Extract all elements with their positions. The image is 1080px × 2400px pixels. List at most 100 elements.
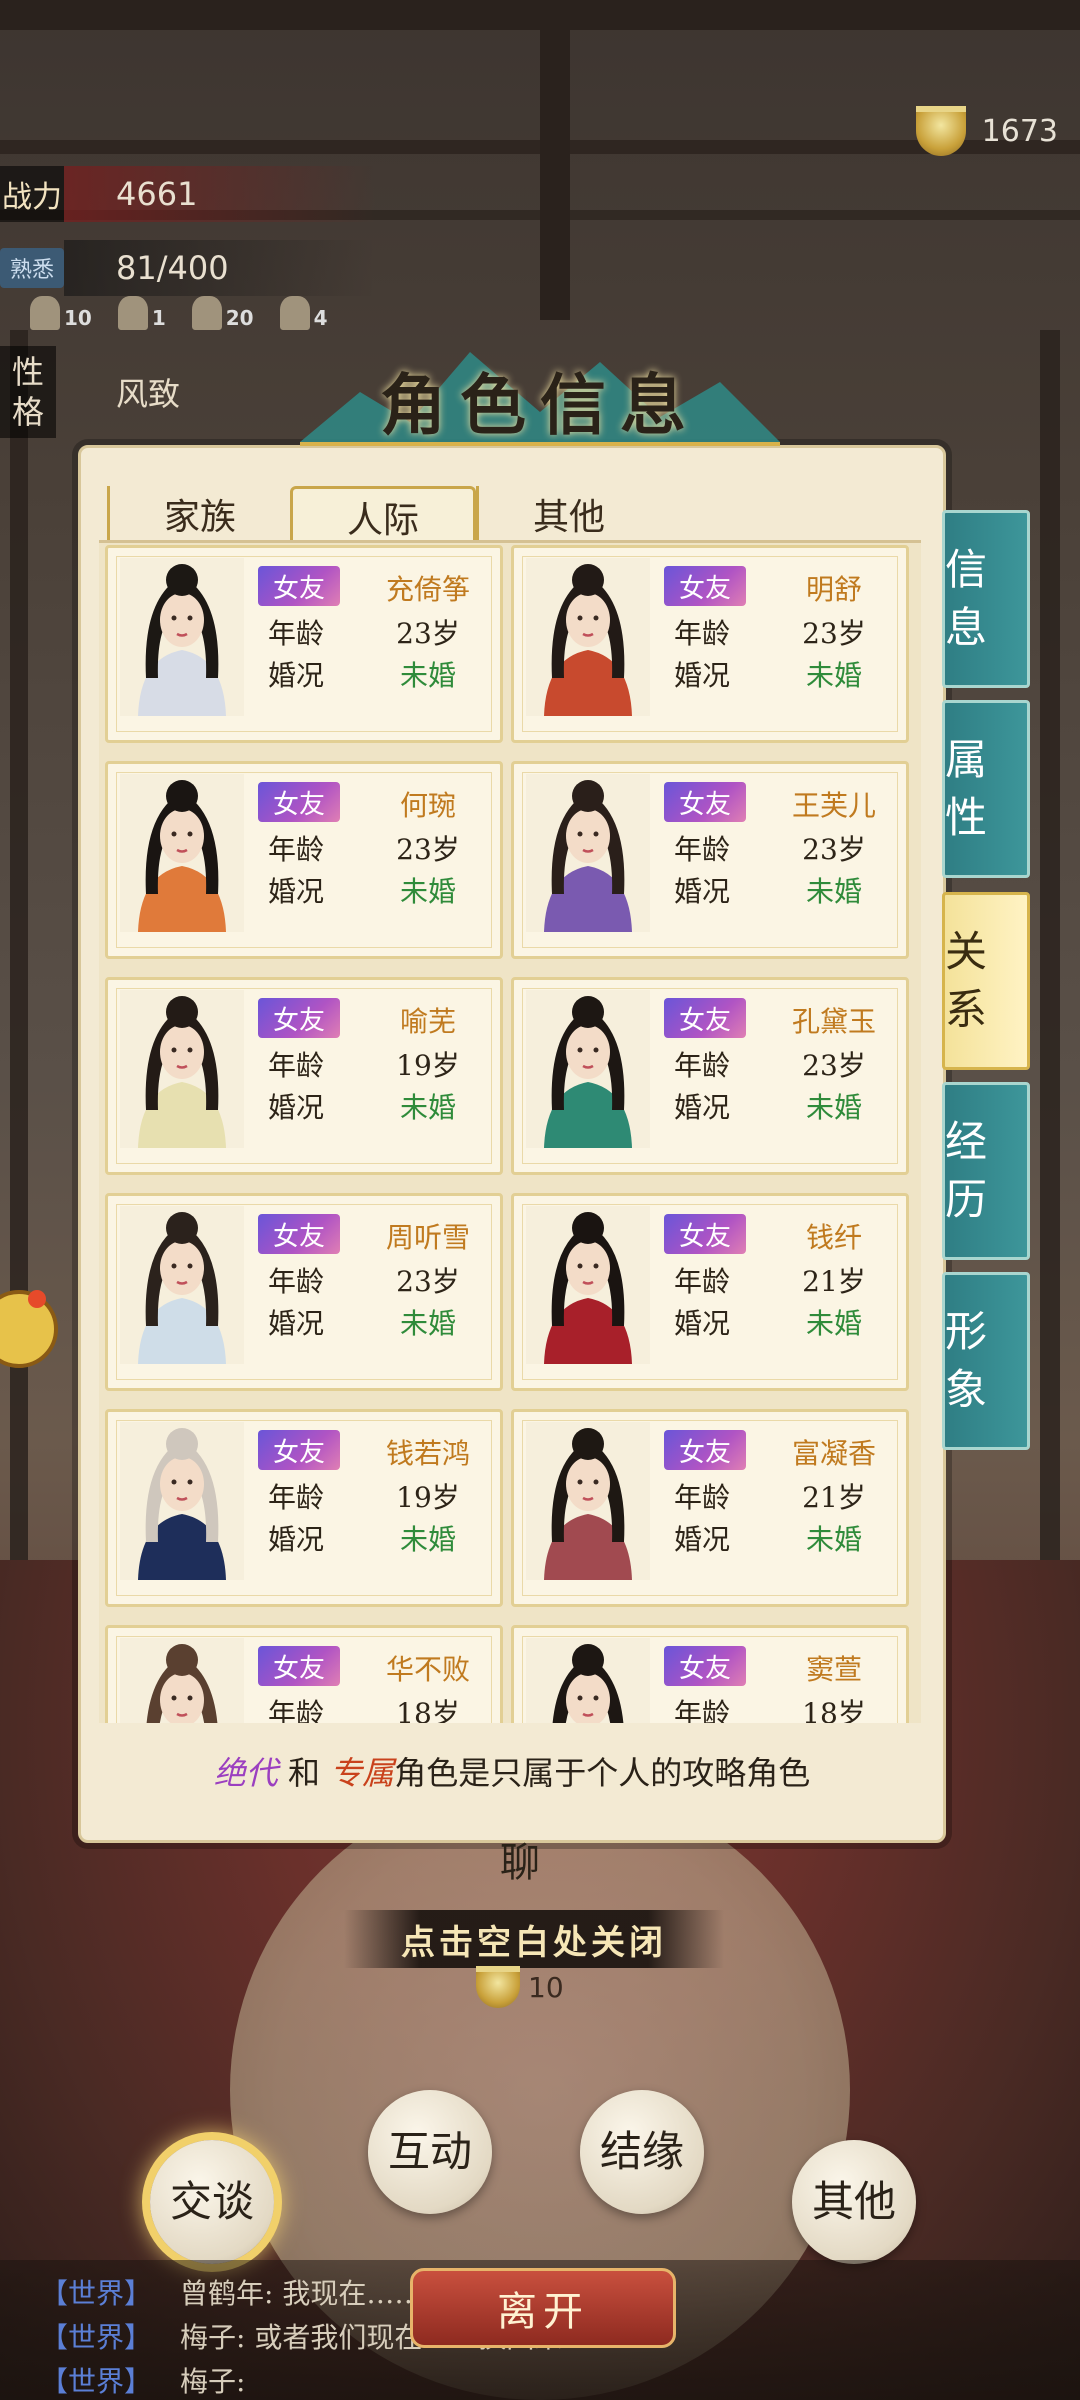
relation-card[interactable]: 女友 明舒 年龄 23岁 婚况 未婚: [511, 545, 909, 743]
mini-item: 10: [30, 296, 92, 330]
marital-value: 未婚: [805, 875, 862, 908]
tea-bowl-icon: [476, 1966, 520, 2008]
relation-card[interactable]: 女友 钱纤 年龄 21岁 婚况 未婚: [511, 1193, 909, 1391]
girlfriend-badge: 女友: [258, 1430, 340, 1470]
marital-label: 婚况: [674, 875, 731, 908]
marital-label: 婚况: [268, 1307, 325, 1340]
mini-item: 1: [117, 296, 166, 330]
relation-card[interactable]: 女友 富凝香 年龄 21岁 婚况 未婚: [511, 1409, 909, 1607]
age-value: 21岁: [802, 1481, 866, 1514]
girlfriend-badge: 女友: [664, 1214, 746, 1254]
familiar-value: 81/400: [64, 240, 376, 296]
age-value: 23岁: [396, 833, 460, 866]
trait-value: 风致: [116, 375, 181, 413]
character-name: 钱若鸿: [385, 1437, 470, 1470]
girlfriend-badge: 女友: [258, 566, 340, 606]
age-value: 18岁: [396, 1697, 460, 1723]
character-name: 充倚筝: [385, 573, 470, 606]
girlfriend-badge: 女友: [664, 998, 746, 1038]
character-info-modal: 家族 人际 其他 女友 充倚筝 年龄 23岁 婚况 未婚 女友 明舒 年龄 23岁 婚况 未婚 女友 何琬…: [78, 445, 946, 1843]
action-cost: 10: [476, 1966, 564, 2008]
chat-label: 聊: [500, 1840, 540, 1886]
marital-label: 婚况: [268, 1091, 325, 1124]
character-name: 钱纤: [805, 1221, 862, 1254]
relation-card[interactable]: 女友 王芙儿 年龄 23岁 婚况 未婚: [511, 761, 909, 959]
relation-card[interactable]: 女友 华不败 年龄 18岁: [105, 1625, 503, 1723]
character-portrait: [120, 990, 244, 1148]
currency-value: 1673: [981, 113, 1058, 149]
power-label: 战力: [0, 166, 64, 222]
trait-label: 性格: [0, 346, 56, 438]
notification-dot: [28, 1290, 46, 1308]
age-value: 23岁: [802, 833, 866, 866]
age-label: 年龄: [268, 833, 325, 866]
tea-bowl-icon: [915, 106, 966, 156]
relation-card[interactable]: 女友 周听雪 年龄 23岁 婚况 未婚: [105, 1193, 503, 1391]
currency-display: 1673: [915, 106, 1058, 156]
character-portrait: [526, 1206, 650, 1364]
age-value: 23岁: [802, 1049, 866, 1082]
age-label: 年龄: [268, 617, 325, 650]
marital-label: 婚况: [674, 1091, 731, 1124]
mini-item-counts: 10 1 20 4: [30, 296, 328, 330]
interact-button[interactable]: 互动: [368, 2090, 492, 2214]
side-tab-info[interactable]: 信息: [942, 510, 1030, 688]
side-tab-relations[interactable]: 关系: [942, 892, 1030, 1070]
marital-value: 未婚: [805, 1307, 862, 1340]
character-name: 明舒: [805, 573, 862, 606]
tab-family[interactable]: 家族: [107, 486, 290, 542]
character-name: 华不败: [385, 1653, 470, 1686]
character-portrait: [526, 1638, 650, 1723]
age-label: 年龄: [674, 833, 731, 866]
age-value: 19岁: [396, 1049, 460, 1082]
modal-tabs: 家族 人际 其他: [107, 486, 659, 545]
relation-list[interactable]: 女友 充倚筝 年龄 23岁 婚况 未婚 女友 明舒 年龄 23岁 婚况 未婚 女友 何琬 年龄 23岁 婚况 未婚…: [99, 540, 921, 1723]
bond-button[interactable]: 结缘: [580, 2090, 704, 2214]
leave-button[interactable]: 离开: [410, 2268, 676, 2348]
marital-label: 婚况: [268, 875, 325, 908]
side-tab-experience[interactable]: 经历: [942, 1082, 1030, 1260]
marital-label: 婚况: [674, 1307, 731, 1340]
age-label: 年龄: [268, 1697, 325, 1723]
girlfriend-badge: 女友: [258, 782, 340, 822]
character-portrait: [120, 1422, 244, 1580]
marital-value: 未婚: [805, 659, 862, 692]
side-tab-attributes[interactable]: 属性: [942, 700, 1030, 878]
character-portrait: [526, 774, 650, 932]
tab-other[interactable]: 其他: [476, 486, 659, 542]
relation-card[interactable]: 女友 何琬年龄 23岁婚况 未婚: [105, 761, 503, 959]
relation-card[interactable]: 女友 钱若鸿 年龄 19岁 婚况 未婚: [105, 1409, 503, 1607]
side-tab-appearance[interactable]: 形象: [942, 1272, 1030, 1450]
marital-label: 婚况: [268, 659, 325, 692]
talk-button[interactable]: 交谈: [150, 2140, 274, 2264]
marital-value: 未婚: [805, 1091, 862, 1124]
close-hint: 点击空白处关闭: [344, 1910, 724, 1968]
marital-value: 未婚: [805, 1523, 862, 1556]
character-name: 王芙儿: [791, 789, 876, 822]
character-portrait: [526, 1422, 650, 1580]
age-label: 年龄: [674, 1697, 731, 1723]
character-portrait: [120, 1638, 244, 1723]
relation-card[interactable]: 女友 窦萱 年龄 18岁: [511, 1625, 909, 1723]
other-button[interactable]: 其他: [792, 2140, 916, 2264]
character-portrait: [120, 1206, 244, 1364]
relation-card[interactable]: 女友 孔黛玉 年龄 23岁 婚况 未婚: [511, 977, 909, 1175]
familiarity-stat: 熟悉 81/400: [0, 240, 376, 296]
age-label: 年龄: [674, 617, 731, 650]
character-name: 何琬: [399, 789, 456, 822]
marital-label: 婚况: [674, 1523, 731, 1556]
relation-card[interactable]: 女友 充倚筝 年龄 23岁 婚况 未婚: [105, 545, 503, 743]
girlfriend-badge: 女友: [664, 1646, 746, 1686]
relation-card[interactable]: 女友 喻芜 年龄 19岁 婚况 未婚: [105, 977, 503, 1175]
character-name: 富凝香: [791, 1437, 876, 1470]
character-portrait: [120, 774, 244, 932]
trait-personality: 性格 风致: [0, 346, 180, 438]
marital-value: 未婚: [399, 875, 456, 908]
familiar-label: 熟悉: [0, 248, 64, 288]
age-value: 23岁: [396, 1265, 460, 1298]
marital-value: 未婚: [399, 1307, 456, 1340]
chat-line: 【世界】 梅子:: [40, 2365, 246, 2398]
character-portrait: [526, 558, 650, 716]
character-name: 孔黛玉: [791, 1005, 876, 1038]
tab-relations[interactable]: 人际: [290, 486, 476, 545]
